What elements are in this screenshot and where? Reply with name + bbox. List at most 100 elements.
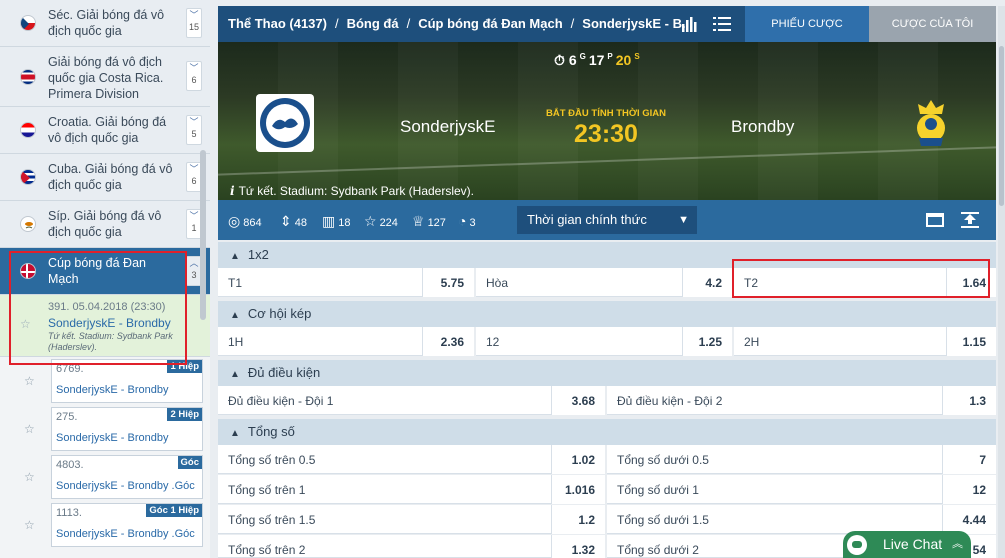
odds-value[interactable]: 1.25 xyxy=(682,327,732,356)
my-bets-button[interactable]: CƯỢC CỦA TÔI xyxy=(869,6,996,42)
odds-label: T2 xyxy=(744,276,759,290)
market-header-double-chance[interactable]: ▲ Cơ hội kép xyxy=(218,301,996,327)
period-dropdown[interactable]: Thời gian chính thức ▼ xyxy=(517,206,697,234)
odds-cell-12[interactable]: 12 1.25 xyxy=(476,327,732,356)
sub-match-teams[interactable]: SonderjyskE - Brondby .Góc xyxy=(56,528,195,540)
odds-label: 12 xyxy=(486,335,500,349)
odds-value[interactable]: 1.016 xyxy=(551,475,605,504)
odds-value[interactable]: 4.2 xyxy=(682,268,732,297)
star-icon[interactable]: ☆ xyxy=(24,470,35,484)
league-count[interactable]: ﹀ 6 xyxy=(186,61,202,91)
star-icon[interactable]: ☆ xyxy=(24,374,35,388)
odds-value[interactable]: 1.02 xyxy=(551,445,605,474)
main-scrollbar[interactable] xyxy=(998,6,1005,558)
odds-value[interactable]: 1.3 xyxy=(942,386,996,415)
odds-cell-t2[interactable]: T2 1.64 xyxy=(734,268,996,297)
odds-value[interactable]: 3.68 xyxy=(551,386,605,415)
caret-up-icon: ▲ xyxy=(230,369,240,380)
market-header-totals[interactable]: ▲ Tổng số xyxy=(218,419,996,445)
sidebar-league-denmark[interactable]: Cúp bóng đá Đan Mạch ︿ 3 xyxy=(0,248,210,295)
info-icon[interactable]: i xyxy=(230,184,235,198)
live-chat-button[interactable]: Live Chat ︽ xyxy=(843,531,971,558)
odds-value[interactable]: 5.75 xyxy=(422,268,474,297)
sidebar-league-czech[interactable]: Séc. Giải bóng đá vô địch quốc gia ﹀ 15 xyxy=(0,0,210,47)
odds-cell-under[interactable]: Tổng số dưới 1 12 xyxy=(607,475,996,504)
odds-label: Tổng số trên 1 xyxy=(228,483,306,497)
odds-value[interactable]: 12 xyxy=(942,475,996,504)
sub-match-id: 1113. xyxy=(56,507,82,519)
count-number: 5 xyxy=(191,129,197,139)
stat-goals[interactable]: ▥ 18 xyxy=(322,213,350,230)
league-count[interactable]: ﹀ 5 xyxy=(186,115,202,145)
market-header-1x2[interactable]: ▲ 1x2 xyxy=(218,242,996,268)
breadcrumb-football[interactable]: Bóng đá xyxy=(347,16,399,31)
match-teams[interactable]: SonderjyskE - Brondby xyxy=(48,316,171,330)
odds-cell-t1[interactable]: T1 5.75 xyxy=(218,268,474,297)
collapse-all-icon[interactable] xyxy=(961,212,979,228)
stat-timer[interactable]: ◔ 3 xyxy=(458,213,476,229)
star-icon: ☆ xyxy=(364,213,377,229)
sidebar-sub-match[interactable]: ☆ 4803. SonderjyskE - Brondby .Góc Góc xyxy=(0,453,210,501)
league-name: Síp. Giải bóng đá vô địch quốc gia xyxy=(48,209,162,239)
market-title: 1x2 xyxy=(247,247,269,262)
sidebar-league-costa-rica[interactable]: Giải bóng đá vô địch quốc gia Costa Rica… xyxy=(0,47,210,107)
main-scrollbar-thumb[interactable] xyxy=(999,46,1004,206)
sub-match-teams[interactable]: SonderjyskE - Brondby xyxy=(56,432,169,444)
odds-cell-qualify-1[interactable]: Đủ điều kiện - Đội 1 3.68 xyxy=(218,386,605,415)
odds-cell-qualify-2[interactable]: Đủ điều kiện - Đội 2 1.3 xyxy=(607,386,996,415)
single-column-layout-icon[interactable] xyxy=(926,213,944,227)
sidebar-active-match[interactable]: ☆ 391. 05.04.2018 (23:30) SonderjyskE - … xyxy=(0,295,210,357)
sidebar-league-cyprus[interactable]: Síp. Giải bóng đá vô địch quốc gia ﹀ 1 xyxy=(0,201,210,248)
star-icon[interactable]: ☆ xyxy=(24,518,35,532)
league-count[interactable]: ﹀ 15 xyxy=(186,8,202,38)
list-icon[interactable] xyxy=(713,16,731,32)
sub-match-box[interactable]: 1113. SonderjyskE - Brondby .Góc Góc 1 H… xyxy=(51,503,203,547)
odds-value[interactable]: 1.2 xyxy=(551,505,605,534)
odds-cell-under[interactable]: Tổng số dưới 1.5 4.44 xyxy=(607,505,996,534)
star-icon[interactable]: ☆ xyxy=(20,317,31,331)
odds-cell-2x[interactable]: 2H 1.15 xyxy=(734,327,996,356)
sidebar-league-croatia[interactable]: Croatia. Giải bóng đá vô địch quốc gia ﹀… xyxy=(0,107,210,154)
updown-arrow-icon: ⇕ xyxy=(280,213,292,229)
odds-value[interactable]: 4.44 xyxy=(942,505,996,534)
breadcrumb-league[interactable]: Cúp bóng đá Đan Mạch xyxy=(418,16,562,31)
stat-all-markets[interactable]: ◎ 864 xyxy=(228,213,262,230)
sidebar-league-cuba[interactable]: Cuba. Giải bóng đá vô địch quốc gia ﹀ 6 xyxy=(0,154,210,201)
sidebar-scrollbar[interactable] xyxy=(200,150,206,320)
odds-cell-draw[interactable]: Hòa 4.2 xyxy=(476,268,732,297)
sub-match-box[interactable]: 4803. SonderjyskE - Brondby .Góc Góc xyxy=(51,455,203,499)
odds-value[interactable]: 1.15 xyxy=(946,327,996,356)
sidebar-sub-match[interactable]: ☆ 275. SonderjyskE - Brondby 2 Hiệp xyxy=(0,405,210,453)
sub-match-teams[interactable]: SonderjyskE - Brondby .Góc xyxy=(56,480,195,492)
market-row: Tổng số trên 1 1.016 Tổng số dưới 1 12 xyxy=(218,475,996,505)
breadcrumb-sports[interactable]: Thể Thao (4137) xyxy=(228,16,327,31)
sub-match-box[interactable]: 275. SonderjyskE - Brondby 2 Hiệp xyxy=(51,407,203,451)
odds-cell-over[interactable]: Tổng số trên 0.5 1.02 xyxy=(218,445,605,474)
sub-match-badge: Góc 1 Hiệp xyxy=(146,504,202,517)
costa-rica-flag-icon xyxy=(20,68,36,85)
odds-cell-over[interactable]: Tổng số trên 1.5 1.2 xyxy=(218,505,605,534)
croatia-flag-icon xyxy=(20,122,36,138)
stat-favorites[interactable]: ☆ 224 xyxy=(364,213,398,230)
odds-label: 2H xyxy=(744,335,760,349)
odds-cell-under[interactable]: Tổng số dưới 0.5 7 xyxy=(607,445,996,474)
sub-match-box[interactable]: 6769. SonderjyskE - Brondby 1 Hiệp xyxy=(51,359,203,403)
odds-value[interactable]: 1.64 xyxy=(946,268,996,297)
stat-trophy[interactable]: ♕ 127 xyxy=(412,213,446,230)
match-datetime: 391. 05.04.2018 (23:30) xyxy=(48,301,166,313)
star-icon[interactable]: ☆ xyxy=(24,422,35,436)
odds-cell-over[interactable]: Tổng số trên 2 1.32 xyxy=(218,535,605,558)
bar-chart-icon[interactable] xyxy=(681,16,699,32)
countdown-timer: ⏱ 6 G 17 P 20 S xyxy=(554,52,643,69)
odds-value[interactable]: 1.32 xyxy=(551,535,605,558)
sidebar-sub-match[interactable]: ☆ 6769. SonderjyskE - Brondby 1 Hiệp xyxy=(0,357,210,405)
sub-match-teams[interactable]: SonderjyskE - Brondby xyxy=(56,384,169,396)
sidebar-sub-match[interactable]: ☆ 1113. SonderjyskE - Brondby .Góc Góc 1… xyxy=(0,501,210,549)
market-header-qualify[interactable]: ▲ Đủ điều kiện xyxy=(218,360,996,386)
bet-slip-button[interactable]: PHIẾU CƯỢC xyxy=(745,6,869,42)
odds-cell-1x[interactable]: 1H 2.36 xyxy=(218,327,474,356)
odds-value[interactable]: 2.36 xyxy=(422,327,474,356)
stat-updown[interactable]: ⇕ 48 xyxy=(280,213,307,230)
odds-value[interactable]: 7 xyxy=(942,445,996,474)
odds-cell-over[interactable]: Tổng số trên 1 1.016 xyxy=(218,475,605,504)
